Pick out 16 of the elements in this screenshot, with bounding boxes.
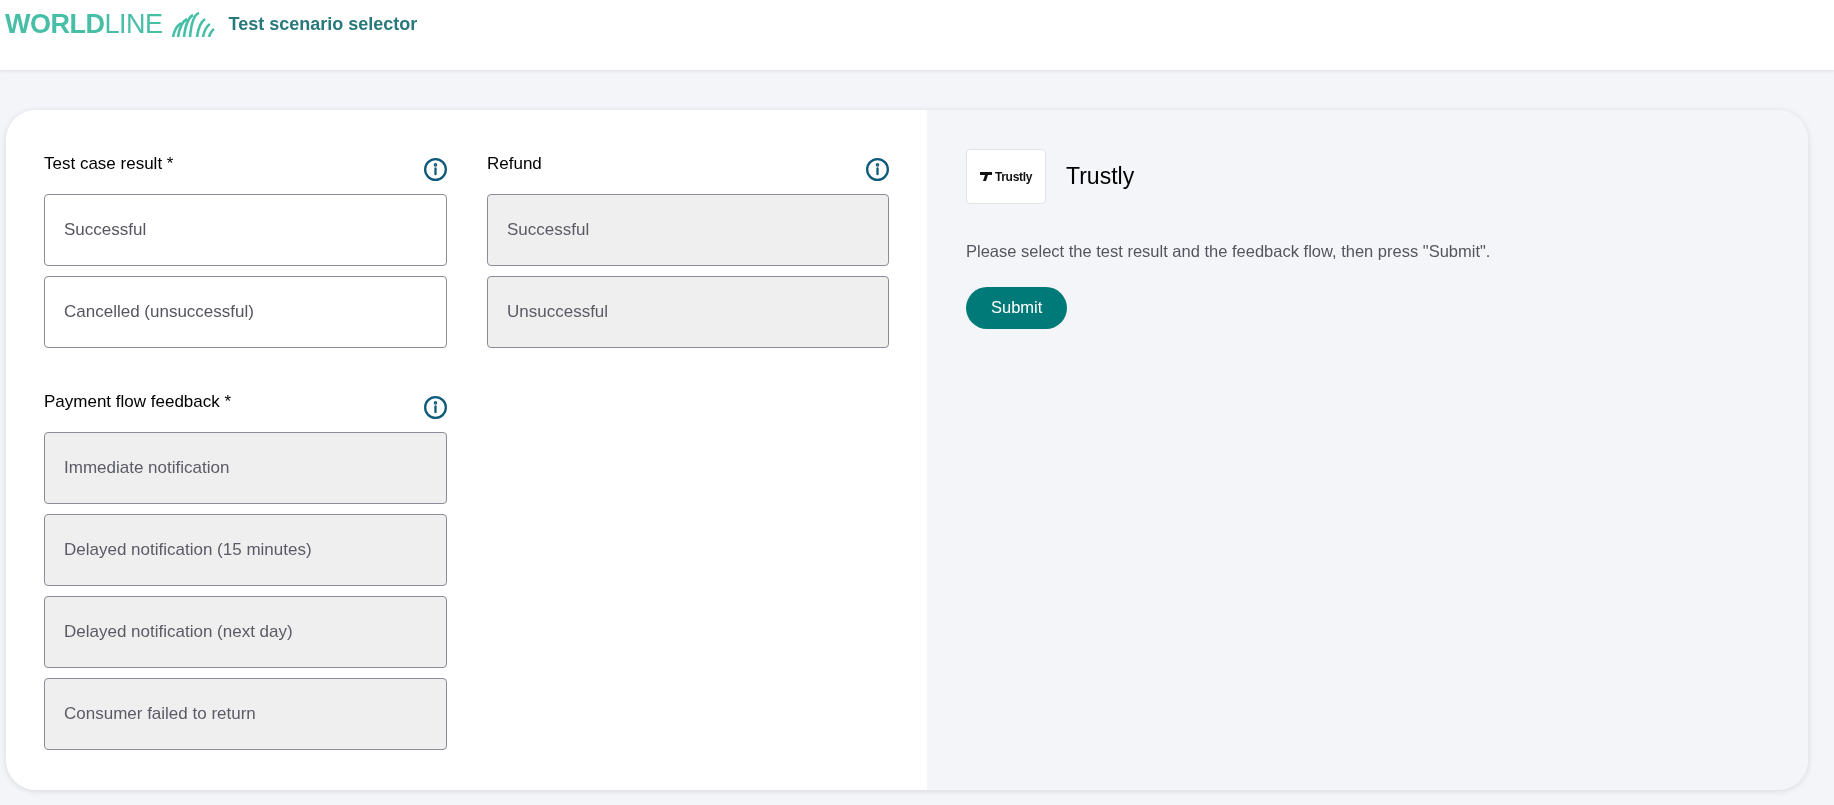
t-mark-icon (979, 172, 992, 181)
info-icon[interactable] (424, 158, 447, 181)
logo-wordmark: WORLDLINE (5, 8, 163, 40)
submit-button[interactable]: Submit (966, 286, 1068, 329)
section-label: Payment flow feedback * (44, 391, 232, 413)
logo-text: Trustly (994, 168, 1033, 186)
instructions-text: Please select the test result and the feedback flow, then press "Submit". (966, 241, 1492, 262)
section-label: Refund (487, 153, 542, 175)
info-icon[interactable] (424, 396, 447, 419)
option-button[interactable]: Cancelled (unsuccessful) (44, 276, 447, 348)
wave-icon (170, 11, 215, 37)
info-icon[interactable] (866, 158, 889, 181)
page-title: Test scenario selector (228, 12, 418, 36)
option-button[interactable]: Successful (44, 194, 447, 266)
method-name: Trustly (1066, 162, 1135, 192)
section-label: Test case result * (44, 153, 174, 175)
